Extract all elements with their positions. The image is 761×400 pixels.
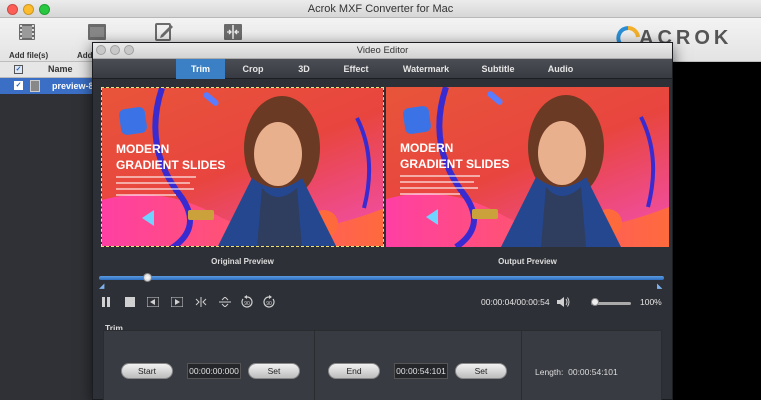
original-preview-label: Original Preview <box>211 257 274 266</box>
length-readout: Length: 00:00:54:101 <box>535 367 618 377</box>
output-headline-1: MODERN <box>400 141 454 155</box>
previous-frame-icon[interactable] <box>145 294 161 310</box>
editor-title: Video Editor <box>356 45 409 56</box>
split-icon[interactable] <box>193 294 209 310</box>
trim-panel: Start 00:00:00:000 Set End 00:00:54:101 … <box>103 330 662 400</box>
original-preview[interactable]: MODERN GRADIENT SLIDES <box>101 87 384 247</box>
file-checkbox[interactable]: ✓ <box>14 81 23 90</box>
original-headline-2: GRADIENT SLIDES <box>116 158 226 172</box>
trim-end-marker-icon[interactable]: ◣ <box>657 282 662 290</box>
tab-3d[interactable]: 3D <box>286 59 322 79</box>
output-headline-2: GRADIENT SLIDES <box>400 157 510 171</box>
close-window-button[interactable] <box>7 4 18 15</box>
tab-subtitle[interactable]: Subtitle <box>473 59 523 79</box>
app-title: Acrok MXF Converter for Mac <box>307 3 454 15</box>
seek-handle[interactable] <box>143 273 152 282</box>
stop-icon[interactable] <box>123 294 137 310</box>
playback-controls: 90 90 00:00:04/00:00:54 100% <box>93 291 672 315</box>
edit-icon[interactable] <box>153 22 175 42</box>
trim-divider <box>521 331 522 400</box>
time-readout: 00:00:04/00:00:54 <box>481 297 550 307</box>
editor-title-bar: Video Editor <box>93 43 672 59</box>
trim-start-marker-icon[interactable]: ◢ <box>99 282 104 290</box>
rotate-right-icon[interactable]: 90 <box>261 294 277 310</box>
output-preview-label: Output Preview <box>498 257 557 266</box>
merge-icon[interactable] <box>222 22 244 42</box>
file-list-area <box>0 94 96 400</box>
end-button[interactable]: End <box>328 363 380 379</box>
name-column-header[interactable]: Name <box>48 64 73 74</box>
folder-icon[interactable] <box>86 22 108 42</box>
rotate-left-icon[interactable]: 90 <box>239 294 255 310</box>
total-time: 00:00:54 <box>516 297 550 307</box>
toolbar-label-add: Add <box>77 51 93 60</box>
length-label: Length: <box>535 367 564 377</box>
editor-tab-bar: Trim Crop 3D Effect Watermark Subtitle A… <box>93 59 672 79</box>
tab-watermark[interactable]: Watermark <box>393 59 459 79</box>
main-title-bar: Acrok MXF Converter for Mac <box>0 0 761 18</box>
pause-icon[interactable] <box>99 294 113 310</box>
editor-minimize-button[interactable] <box>110 45 120 55</box>
editor-zoom-button[interactable] <box>124 45 134 55</box>
set-start-button[interactable]: Set <box>248 363 300 379</box>
volume-handle[interactable] <box>591 298 599 306</box>
zoom-level: 100% <box>640 297 662 307</box>
original-lorem-lines <box>116 176 196 196</box>
tab-trim[interactable]: Trim <box>176 59 225 79</box>
tab-effect[interactable]: Effect <box>333 59 379 79</box>
start-button[interactable]: Start <box>121 363 173 379</box>
file-thumbnail-icon <box>30 80 40 92</box>
file-row[interactable]: ✓ preview-8 <box>0 78 96 94</box>
output-lorem-lines <box>400 175 480 195</box>
svg-text:90: 90 <box>266 301 272 307</box>
set-end-button[interactable]: Set <box>455 363 507 379</box>
tab-audio[interactable]: Audio <box>538 59 583 79</box>
file-name: preview-8 <box>52 81 94 91</box>
svg-text:90: 90 <box>244 301 250 307</box>
background-strip <box>672 62 761 400</box>
seek-bar[interactable]: ◢ ◣ <box>99 273 666 290</box>
tab-crop[interactable]: Crop <box>231 59 275 79</box>
editor-close-button[interactable] <box>96 45 106 55</box>
trim-divider <box>314 331 315 400</box>
select-all-checkbox[interactable]: ✓ <box>14 65 23 74</box>
zoom-window-button[interactable] <box>39 4 50 15</box>
original-headline-1: MODERN <box>116 142 170 156</box>
flip-vertical-icon[interactable] <box>217 294 233 310</box>
app-window: Acrok MXF Converter for Mac Add file(s) … <box>0 0 761 400</box>
next-frame-icon[interactable] <box>169 294 185 310</box>
length-value: 00:00:54:101 <box>568 367 618 377</box>
toolbar-label-add-files: Add file(s) <box>9 51 49 60</box>
output-preview: MODERN GRADIENT SLIDES <box>386 87 669 247</box>
end-time-field[interactable]: 00:00:54:101 <box>394 363 448 379</box>
video-editor-window: Video Editor Trim Crop 3D Effect Waterma… <box>92 42 673 400</box>
current-time: 00:00:04 <box>481 297 515 307</box>
file-list-header: ✓ Name <box>0 62 96 78</box>
speaker-icon[interactable] <box>555 294 571 310</box>
minimize-window-button[interactable] <box>23 4 34 15</box>
start-time-field[interactable]: 00:00:00:000 <box>187 363 241 379</box>
add-file-icon[interactable] <box>16 22 38 42</box>
seek-track[interactable] <box>99 276 664 280</box>
